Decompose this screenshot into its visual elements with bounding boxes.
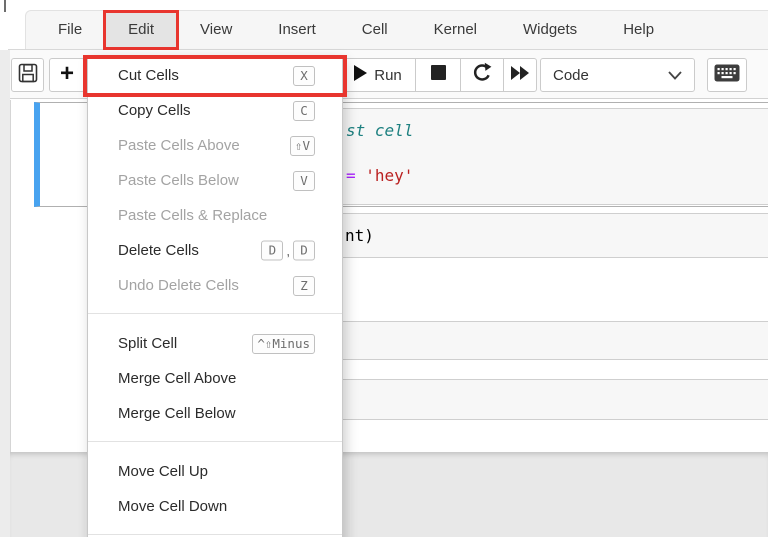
menu-item-paste-cells-above: Paste Cells Above ⇧V — [88, 128, 342, 163]
menu-item-shortcut: X — [293, 66, 315, 86]
code-line: st cell — [346, 121, 413, 141]
shortcut-key: ^⇧Minus — [252, 334, 315, 354]
code-line: = 'hey' — [346, 166, 413, 186]
menu-item-shortcut: D,D — [261, 233, 315, 268]
menu-item-copy-cells[interactable]: Copy Cells C — [88, 93, 342, 128]
restart-kernel-button[interactable] — [460, 58, 504, 92]
chevron-down-icon — [668, 67, 682, 84]
menu-item-label: Merge Cell Below — [118, 405, 236, 422]
menu-item-label: Split Cell — [118, 335, 177, 352]
run-button-label: Run — [374, 67, 402, 84]
shortcut-key: V — [293, 171, 315, 191]
menu-item-label: Copy Cells — [118, 102, 191, 119]
code-fragment-comment: st cell — [346, 121, 413, 140]
menu-item-merge-cell-below[interactable]: Merge Cell Below — [88, 396, 342, 431]
menubar-item-file[interactable]: File — [35, 12, 105, 48]
menubar-item-help[interactable]: Help — [600, 12, 677, 48]
save-button[interactable] — [11, 58, 44, 92]
crop-notch — [4, 0, 6, 12]
code-fragment-plain: nt) — [345, 226, 374, 245]
cell-type-value: Code — [553, 67, 668, 84]
run-button-group: Run — [340, 58, 537, 92]
shortcut-key: Z — [293, 276, 315, 296]
menu-item-label: Undo Delete Cells — [118, 277, 239, 294]
menubar-item-insert[interactable]: Insert — [255, 12, 339, 48]
shortcut-key: D — [293, 241, 315, 261]
keyboard-icon — [714, 64, 740, 87]
menu-item-label: Paste Cells Above — [118, 137, 240, 154]
menu-item-shortcut: ⇧V — [290, 136, 315, 156]
menu-item-label: Cut Cells — [118, 67, 179, 84]
menubar-item-view[interactable]: View — [177, 12, 255, 48]
menu-item-label: Paste Cells Below — [118, 172, 239, 189]
add-cell-button[interactable]: + — [49, 58, 85, 92]
menu-item-label: Move Cell Up — [118, 463, 208, 480]
menu-item-merge-cell-above[interactable]: Merge Cell Above — [88, 361, 342, 396]
menu-item-move-cell-down[interactable]: Move Cell Down — [88, 489, 342, 524]
cell-type-select[interactable]: Code — [540, 58, 695, 92]
code-fragment-string: 'hey' — [365, 166, 413, 185]
fast-forward-icon — [510, 66, 530, 85]
menu-separator — [88, 441, 342, 442]
menu-item-shortcut: C — [293, 101, 315, 121]
restart-run-all-button[interactable] — [503, 58, 537, 92]
shortcut-key: X — [293, 66, 315, 86]
save-icon — [18, 63, 38, 88]
menu-item-shortcut: ^⇧Minus — [252, 334, 315, 354]
menu-separator — [88, 534, 342, 535]
edit-dropdown-menu: Cut Cells X Copy Cells C Paste Cells Above ⇧V… — [87, 55, 343, 537]
stop-icon — [431, 65, 446, 85]
menu-item-shortcut: V — [293, 171, 315, 191]
plus-icon: + — [60, 60, 74, 88]
menu-item-paste-cells-below: Paste Cells Below V — [88, 163, 342, 198]
menu-item-move-cell-up[interactable]: Move Cell Up — [88, 454, 342, 489]
menu-separator — [88, 313, 342, 314]
code-fragment-operator: = — [346, 166, 365, 185]
command-palette-button[interactable] — [707, 58, 747, 92]
restart-icon — [471, 62, 493, 89]
shortcut-key: D — [261, 241, 283, 261]
menu-item-label: Move Cell Down — [118, 498, 227, 515]
menu-item-label: Delete Cells — [118, 242, 199, 259]
run-button[interactable]: Run — [340, 58, 416, 92]
menu-item-label: Merge Cell Above — [118, 370, 236, 387]
shortcut-key: C — [293, 101, 315, 121]
page-left-gutter — [0, 50, 10, 537]
menu-item-paste-cells-replace: Paste Cells & Replace — [88, 198, 342, 233]
code-line: nt) — [345, 226, 374, 246]
menubar-item-kernel[interactable]: Kernel — [411, 12, 500, 48]
menu-item-undo-delete-cells: Undo Delete Cells Z — [88, 268, 342, 303]
play-icon — [354, 65, 367, 85]
menubar-item-widgets[interactable]: Widgets — [500, 12, 600, 48]
menubar-item-cell[interactable]: Cell — [339, 12, 411, 48]
menu-item-split-cell[interactable]: Split Cell ^⇧Minus — [88, 326, 342, 361]
jupyter-notebook-window: FileEditViewInsertCellKernelWidgetsHelp … — [0, 0, 768, 537]
menu-item-shortcut: Z — [293, 276, 315, 296]
menubar-item-edit[interactable]: Edit — [105, 12, 177, 48]
menu-item-label: Paste Cells & Replace — [118, 207, 267, 224]
menu-item-cut-cells[interactable]: Cut Cells X — [88, 58, 342, 93]
menu-item-delete-cells[interactable]: Delete Cells D,D — [88, 233, 342, 268]
interrupt-kernel-button[interactable] — [415, 58, 461, 92]
shortcut-comma: , — [286, 233, 290, 268]
shortcut-key: ⇧V — [290, 136, 315, 156]
menu-bar: FileEditViewInsertCellKernelWidgetsHelp — [25, 10, 768, 50]
